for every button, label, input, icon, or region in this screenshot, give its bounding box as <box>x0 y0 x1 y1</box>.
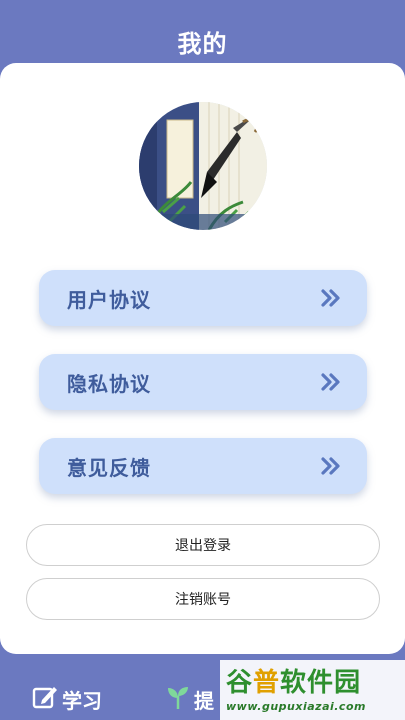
menu-item-privacy-policy[interactable]: 隐私协议 <box>39 354 367 410</box>
avatar[interactable] <box>139 102 267 230</box>
watermark: 谷普软件园 www.gupuxiazai.com <box>220 660 405 720</box>
watermark-brand: 谷普软件园 <box>226 668 362 698</box>
tab-label: 提 <box>194 689 214 713</box>
double-chevron-right-icon <box>321 457 341 475</box>
menu-label: 用户协议 <box>67 287 151 312</box>
page-title: 我的 <box>177 30 228 58</box>
sprout-icon <box>166 684 190 715</box>
deactivate-account-button[interactable]: 注销账号 <box>26 578 380 620</box>
double-chevron-right-icon <box>321 289 341 307</box>
logout-button[interactable]: 退出登录 <box>26 524 380 566</box>
tab-study[interactable]: 学习 <box>32 684 102 715</box>
double-chevron-right-icon <box>321 373 341 391</box>
profile-card: 用户协议 隐私协议 意见反馈 退出登录 注销账号 <box>0 63 405 654</box>
menu-label: 隐私协议 <box>67 371 151 396</box>
edit-icon <box>32 684 58 715</box>
menu-item-feedback[interactable]: 意见反馈 <box>39 438 367 494</box>
tab-label: 学习 <box>62 689 102 713</box>
menu-label: 意见反馈 <box>67 455 151 480</box>
avatar-illustration <box>139 102 267 230</box>
watermark-url: www.gupuxiazai.com <box>226 700 366 713</box>
menu-item-user-agreement[interactable]: 用户协议 <box>39 270 367 326</box>
tab-second[interactable]: 提 <box>166 684 214 715</box>
